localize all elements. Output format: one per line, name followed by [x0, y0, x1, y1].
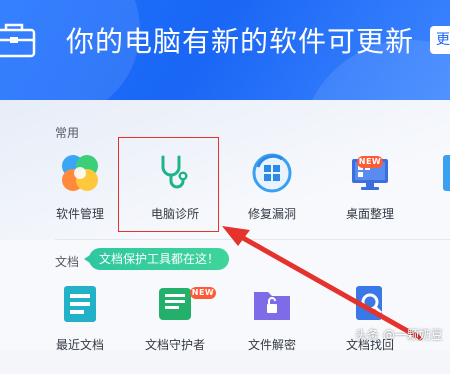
- tile-label: 软件管理: [55, 207, 104, 221]
- windows-repair-icon: [252, 153, 292, 193]
- partial-tile-icon: [443, 155, 450, 191]
- section-label-common: 常用: [55, 126, 80, 140]
- tile-label: 桌面整理: [345, 207, 394, 221]
- tile-software-manager[interactable]: 软件管理: [40, 153, 120, 243]
- highlight-box: [118, 137, 219, 232]
- new-badge: NEW: [357, 156, 383, 168]
- tile-label: 文件解密: [247, 338, 296, 352]
- section-label-docs: 文档: [55, 255, 80, 269]
- briefcase-icon: [0, 23, 36, 58]
- tile-partial[interactable]: [425, 153, 450, 243]
- watermark: 头条 @一颗奶豆: [355, 328, 443, 342]
- banner-title: 你的电脑有新的软件可更新: [66, 25, 415, 58]
- recent-docs-icon: [64, 286, 96, 322]
- software-manager-icon: [62, 155, 98, 191]
- tile-label: 修复漏洞: [247, 207, 296, 221]
- tile-repair-vulnerability[interactable]: 修复漏洞: [232, 153, 312, 243]
- update-button[interactable]: 更新: [430, 26, 450, 54]
- docs-tooltip: 文档保护工具都在这！: [83, 248, 230, 270]
- doc-recover-icon: [356, 286, 383, 320]
- file-decrypt-icon: [254, 292, 290, 320]
- tile-file-decrypt[interactable]: 文件解密: [232, 284, 312, 374]
- new-badge: NEW: [190, 287, 216, 299]
- tile-label: 最近文档: [55, 338, 104, 352]
- update-banner: 你的电脑有新的软件可更新 更新: [0, 0, 450, 100]
- doc-guardian-icon: [159, 288, 191, 320]
- tile-label: 文档守护者: [144, 338, 205, 352]
- divider: [55, 239, 450, 240]
- tile-recent-docs[interactable]: 最近文档: [40, 284, 120, 374]
